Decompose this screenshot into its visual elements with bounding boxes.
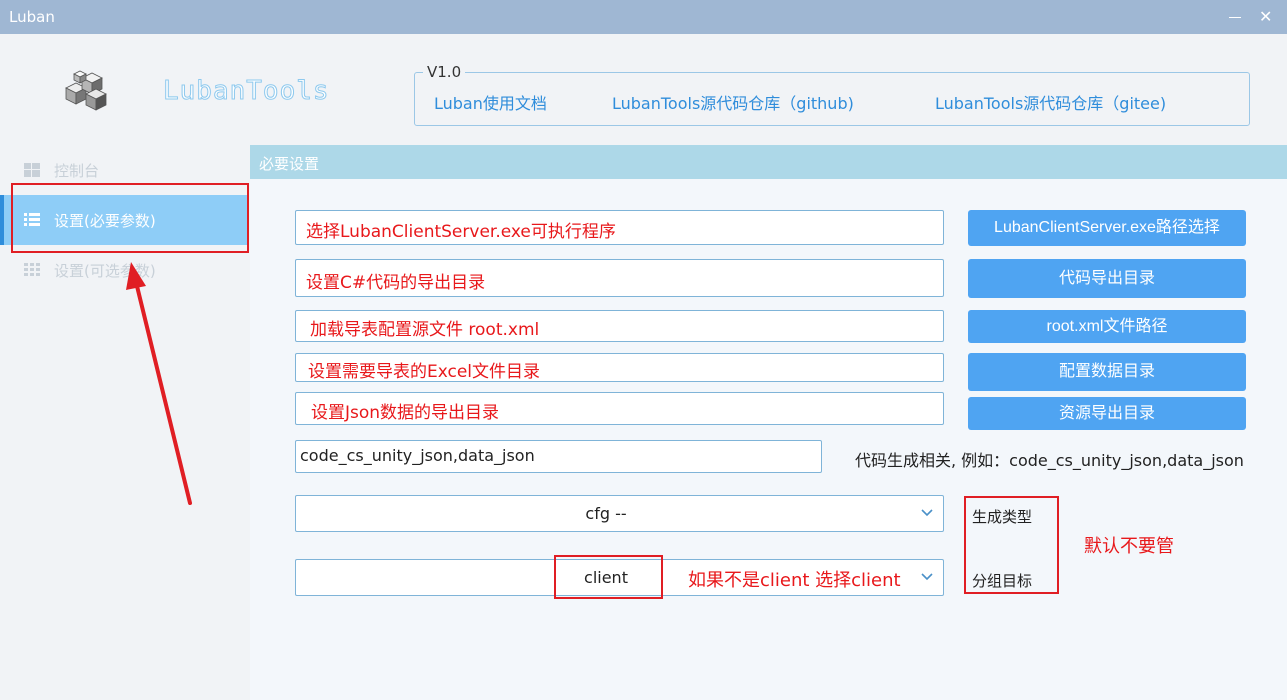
default-hint-annotation: 默认不要管 (1084, 536, 1174, 557)
excel-dir-value: 设置需要导表的Excel文件目录 (308, 362, 541, 382)
cube-cluster-logo (65, 70, 107, 111)
json-output-value: 设置Json数据的导出目录 (311, 403, 500, 423)
luban-docs-link[interactable]: Luban使用文档 (434, 90, 547, 114)
csharp-output-value: 设置C#代码的导出目录 (306, 273, 486, 293)
links-group: V1.0 Luban使用文档 LubanTools源代码仓库（github) L… (414, 63, 1250, 126)
windows-icon (24, 163, 40, 177)
active-indicator (0, 195, 4, 245)
window-title: Luban (9, 8, 55, 26)
resource-output-dir-button[interactable]: 资源导出目录 (968, 397, 1246, 430)
chevron-down-icon (921, 573, 933, 581)
exe-path-field[interactable]: 选择LubanClientServer.exe可执行程序 (295, 210, 944, 245)
close-button[interactable]: ✕ (1259, 9, 1272, 25)
version-label: V1.0 (423, 63, 466, 81)
exe-path-select-button[interactable]: LubanClientServer.exe路径选择 (968, 210, 1246, 246)
grid-icon (24, 263, 40, 276)
root-xml-value: 加载导表配置源文件 root.xml (310, 320, 540, 340)
panel-title: 必要设置 (259, 155, 320, 173)
title-bar: Luban ✕ (0, 0, 1287, 34)
gen-type-value: cfg -- (585, 504, 627, 523)
json-output-field[interactable]: 设置Json数据的导出目录 (295, 392, 944, 425)
client-hint-annotation: 如果不是client 选择client (688, 570, 901, 591)
code-output-dir-button[interactable]: 代码导出目录 (968, 259, 1246, 298)
csharp-output-field[interactable]: 设置C#代码的导出目录 (295, 259, 944, 297)
excel-dir-field[interactable]: 设置需要导表的Excel文件目录 (295, 353, 944, 382)
gen-type-dropdown[interactable]: cfg -- (295, 495, 944, 532)
sidebar-item-label: 设置(可选参数) (54, 262, 156, 280)
panel-header: 必要设置 (250, 145, 1287, 179)
root-xml-path-button[interactable]: root.xml文件路径 (968, 310, 1246, 343)
gitee-repo-link[interactable]: LubanTools源代码仓库（gitee) (935, 90, 1166, 114)
annotation-box-nav (11, 183, 249, 253)
config-data-dir-button[interactable]: 配置数据目录 (968, 353, 1246, 391)
sidebar-item-label: 控制台 (54, 162, 100, 180)
github-repo-link[interactable]: LubanTools源代码仓库（github) (612, 90, 854, 114)
gen-targets-field[interactable]: code_cs_unity_json,data_json (295, 440, 822, 473)
chevron-down-icon (921, 509, 933, 517)
gen-targets-hint: 代码生成相关, 例如：code_cs_unity_json,data_json (855, 451, 1244, 470)
annotation-box-labels (964, 496, 1059, 594)
required-settings-panel: 必要设置 选择LubanClientServer.exe可执行程序 设置C#代码… (250, 145, 1287, 700)
gen-targets-value: code_cs_unity_json,data_json (300, 446, 535, 465)
minimize-button[interactable] (1229, 17, 1241, 18)
annotation-box-client (554, 555, 663, 599)
brand-name: LubanTools (163, 76, 330, 107)
root-xml-field[interactable]: 加载导表配置源文件 root.xml (295, 310, 944, 342)
exe-path-value: 选择LubanClientServer.exe可执行程序 (306, 222, 616, 242)
